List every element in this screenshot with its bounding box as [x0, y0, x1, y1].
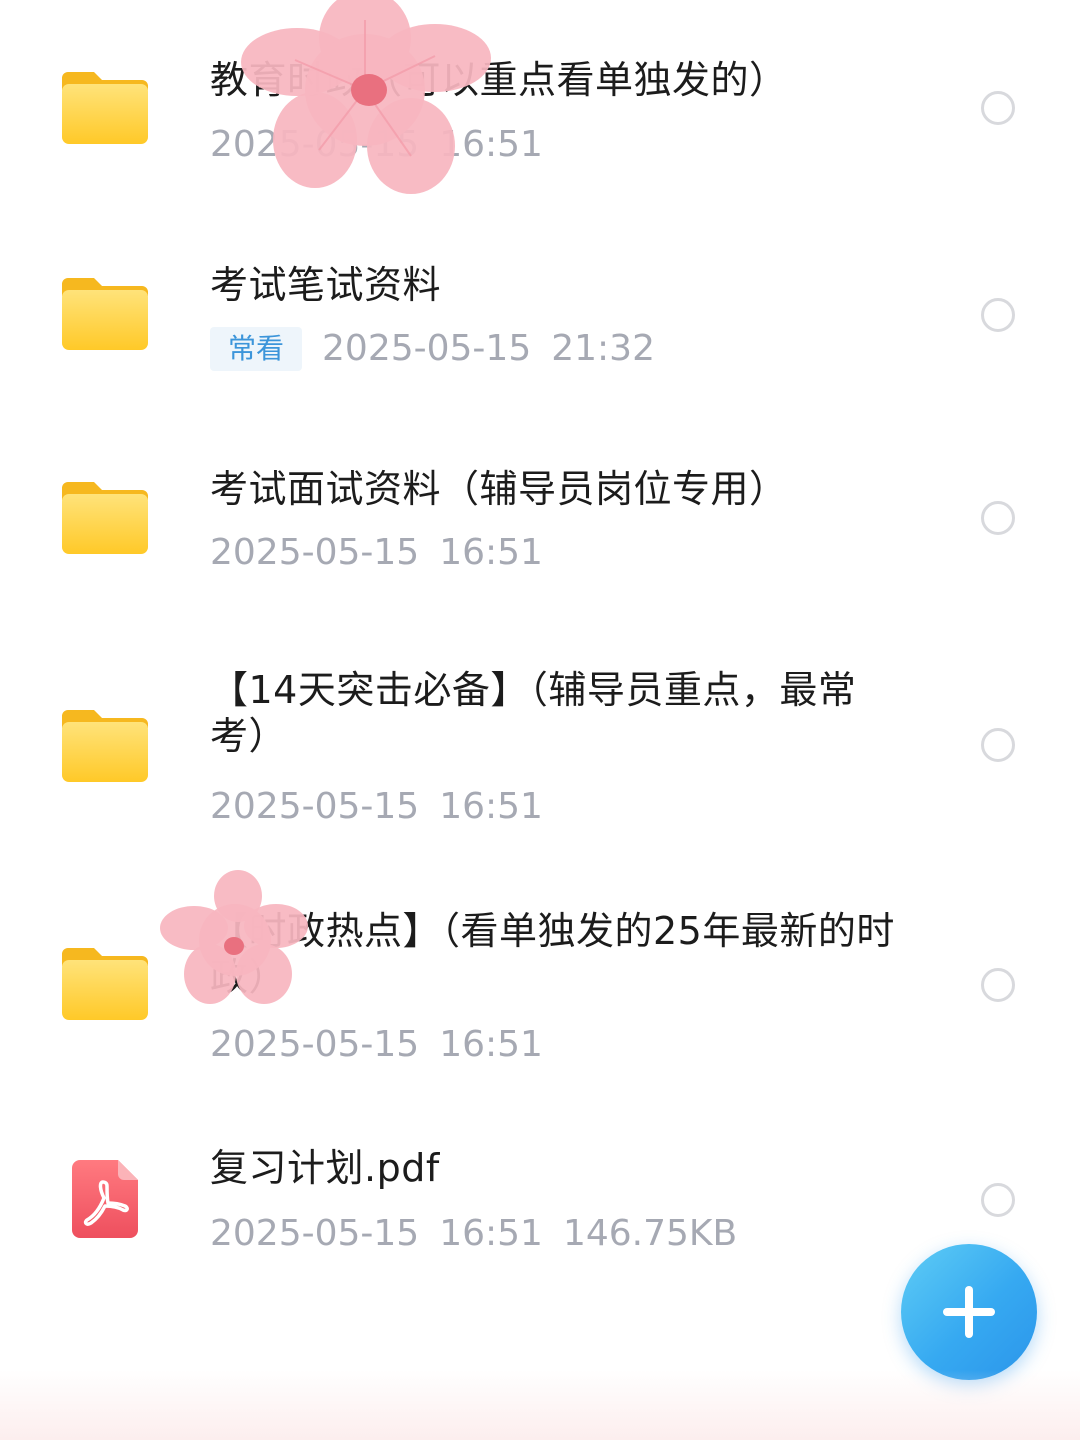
pdf-icon	[72, 1160, 138, 1238]
plus-icon	[943, 1286, 995, 1338]
file-date: 2025-05-15	[322, 328, 532, 369]
folder-icon	[62, 710, 148, 782]
file-time: 16:51	[439, 786, 543, 827]
file-meta: 常看 2025-05-15 21:32	[210, 327, 655, 371]
file-row[interactable]: 【14天突击必备】（辅导员重点，最常考） 2025-05-15 16:51	[0, 620, 1080, 860]
file-date: 2025-05-15	[210, 532, 420, 573]
folder-icon	[62, 72, 148, 144]
select-radio-icon[interactable]	[981, 91, 1015, 125]
file-size: 146.75KB	[562, 1213, 738, 1254]
file-date: 2025-05-15	[210, 1213, 420, 1254]
file-meta: 2025-05-15 16:51	[210, 1023, 543, 1067]
file-name: 【时政热点】（看单独发的25年最新的时政）	[210, 909, 895, 999]
file-name: 考试笔试资料	[210, 263, 442, 307]
file-name: 考试面试资料（辅导员岗位专用）	[210, 467, 788, 511]
file-time: 16:51	[439, 1213, 543, 1254]
file-meta: 2025-05-15 16:51	[210, 123, 543, 167]
frequent-tag: 常看	[210, 327, 303, 371]
add-button[interactable]	[901, 1244, 1037, 1380]
file-row[interactable]: 【时政热点】（看单独发的25年最新的时政） 2025-05-15 16:51	[0, 860, 1080, 1100]
folder-icon	[62, 278, 148, 350]
file-name: 复习计划.pdf	[210, 1146, 440, 1190]
file-time: 16:51	[439, 532, 543, 573]
file-date: 2025-05-15	[210, 786, 420, 827]
file-meta: 2025-05-15 16:51	[210, 531, 543, 575]
file-row[interactable]: 教育时政（可以重点看单独发的） 2025-05-15 16:51	[0, 0, 1080, 210]
file-time: 16:51	[439, 1024, 543, 1065]
select-radio-icon[interactable]	[981, 501, 1015, 535]
file-meta: 2025-05-15 16:51	[210, 785, 543, 829]
select-radio-icon[interactable]	[981, 728, 1015, 762]
file-list: 教育时政（可以重点看单独发的） 2025-05-15 16:51 考试笔试资料 常…	[0, 0, 1080, 1440]
file-time: 16:51	[439, 124, 543, 165]
select-radio-icon[interactable]	[981, 968, 1015, 1002]
file-date: 2025-05-15	[210, 124, 420, 165]
file-row[interactable]: 考试面试资料（辅导员岗位专用） 2025-05-15 16:51	[0, 410, 1080, 620]
file-name: 【14天突击必备】（辅导员重点，最常考）	[210, 668, 857, 758]
select-radio-icon[interactable]	[981, 1183, 1015, 1217]
file-row[interactable]: 考试笔试资料 常看 2025-05-15 21:32	[0, 210, 1080, 410]
file-row[interactable]: 复习计划.pdf 2025-05-15 16:51 146.75KB	[0, 1100, 1080, 1280]
file-name: 教育时政（可以重点看单独发的）	[210, 58, 788, 102]
file-time: 21:32	[551, 328, 655, 369]
folder-icon	[62, 948, 148, 1020]
file-meta: 2025-05-15 16:51 146.75KB	[210, 1212, 737, 1256]
folder-icon	[62, 482, 148, 554]
select-radio-icon[interactable]	[981, 298, 1015, 332]
file-date: 2025-05-15	[210, 1024, 420, 1065]
